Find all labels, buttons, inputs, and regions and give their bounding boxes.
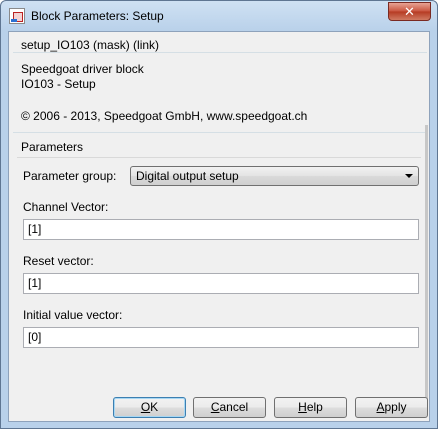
close-button[interactable]: ✕: [388, 2, 431, 21]
channel-vector-label: Channel Vector:: [23, 200, 109, 214]
mask-title: setup_IO103 (mask) (link): [21, 38, 160, 52]
parameter-group-select[interactable]: Digital output setup: [130, 166, 419, 186]
description-panel: Speedgoat driver block IO103 - Setup © 2…: [13, 52, 427, 130]
ok-button[interactable]: OK: [113, 397, 186, 418]
parameters-heading: Parameters: [21, 140, 84, 154]
channel-vector-field[interactable]: [1]: [23, 219, 419, 240]
parameter-group-label: Parameter group:: [23, 169, 117, 183]
scrollbar[interactable]: [425, 125, 428, 408]
window-title: Block Parameters: Setup: [31, 9, 164, 23]
simulink-block-icon: [9, 8, 25, 24]
initial-value-vector-label: Initial value vector:: [23, 308, 123, 322]
description-line: IO103 - Setup: [21, 77, 96, 91]
divider: [17, 157, 421, 158]
apply-mnemonic: A: [376, 400, 385, 414]
parameters-panel: Parameters Parameter group: Digital outp…: [13, 132, 425, 388]
help-button[interactable]: Help: [274, 397, 347, 418]
help-mnemonic: H: [298, 400, 307, 414]
apply-button[interactable]: Apply: [355, 397, 428, 418]
chevron-down-icon: [405, 174, 413, 178]
cancel-label: ancel: [219, 400, 249, 414]
copyright-line: © 2006 - 2013, Speedgoat GmbH, www.speed…: [21, 109, 308, 123]
reset-vector-label: Reset vector:: [23, 254, 94, 268]
title-bar[interactable]: Block Parameters: Setup ✕: [1, 1, 437, 31]
reset-vector-field[interactable]: [1]: [23, 273, 419, 294]
cancel-button[interactable]: Cancel: [193, 397, 266, 418]
parameter-group-value: Digital output setup: [136, 169, 239, 183]
dialog-client-area: setup_IO103 (mask) (link) Speedgoat driv…: [8, 31, 430, 422]
ok-mnemonic: O: [140, 400, 151, 414]
help-label: elp: [306, 400, 323, 414]
description-line: Speedgoat driver block: [21, 62, 144, 76]
initial-value-vector-field[interactable]: [0]: [23, 327, 419, 348]
block-parameters-window: Block Parameters: Setup ✕ setup_IO103 (m…: [0, 0, 438, 429]
ok-label: K: [150, 400, 159, 414]
apply-label: pply: [384, 400, 407, 414]
